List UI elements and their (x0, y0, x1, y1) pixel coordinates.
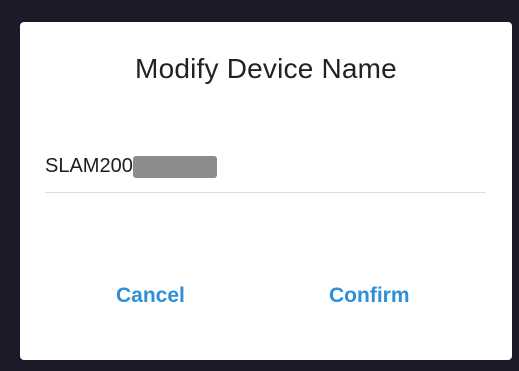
cancel-button[interactable]: Cancel (116, 284, 185, 308)
screen-overlay: Modify Device Name SLAM200 Cancel Confir… (0, 0, 519, 371)
device-name-text: SLAM200 (45, 155, 133, 177)
modify-device-name-dialog: Modify Device Name SLAM200 Cancel Confir… (20, 22, 512, 360)
dialog-title: Modify Device Name (135, 53, 397, 84)
device-name-value[interactable]: SLAM200 (45, 155, 217, 178)
device-name-field[interactable]: SLAM200 (45, 150, 486, 193)
confirm-button[interactable]: Confirm (329, 284, 410, 308)
redacted-block (132, 155, 217, 178)
